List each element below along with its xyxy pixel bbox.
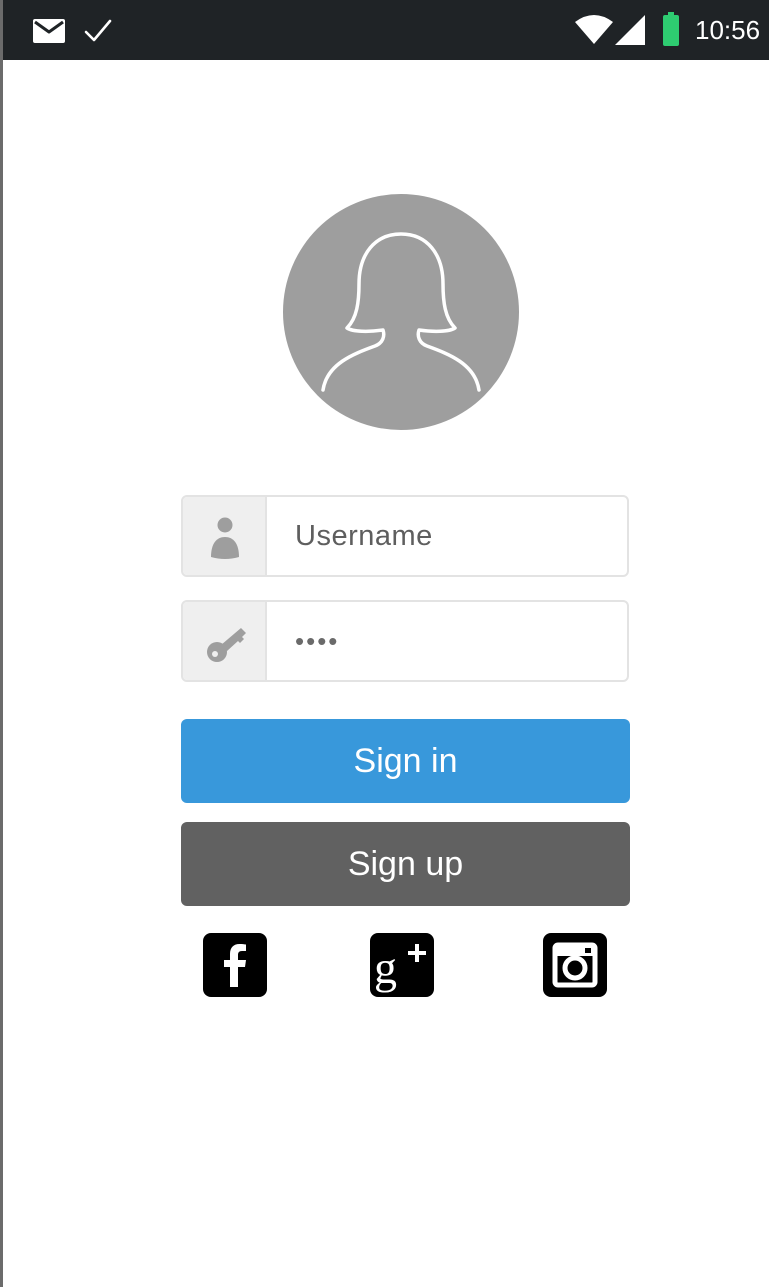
sign-in-button[interactable]: Sign in xyxy=(181,719,630,803)
mail-icon xyxy=(33,19,65,43)
username-input[interactable] xyxy=(269,497,609,575)
facebook-login-button[interactable] xyxy=(203,933,267,997)
login-screen: 10:56 Sign in Sign up xyxy=(0,0,769,1287)
password-input[interactable] xyxy=(269,602,609,680)
google-plus-login-button[interactable]: g xyxy=(370,933,434,997)
username-addon xyxy=(183,497,267,575)
cell-signal-icon xyxy=(615,15,645,45)
password-field-group xyxy=(181,600,629,682)
password-addon xyxy=(183,602,267,680)
user-icon xyxy=(211,517,239,559)
username-field-group xyxy=(181,495,629,577)
svg-text:g: g xyxy=(374,942,397,993)
battery-icon xyxy=(663,12,679,46)
check-icon xyxy=(84,19,112,42)
instagram-icon xyxy=(552,942,598,988)
sign-up-button[interactable]: Sign up xyxy=(181,822,630,906)
facebook-icon xyxy=(224,944,246,987)
female-user-silhouette-icon xyxy=(321,232,481,392)
instagram-login-button[interactable] xyxy=(543,933,607,997)
wifi-icon xyxy=(575,15,613,44)
status-bar: 10:56 xyxy=(3,0,769,60)
google-plus-icon: g xyxy=(374,942,426,993)
status-time: 10:56 xyxy=(695,15,761,45)
key-icon xyxy=(207,628,246,662)
profile-avatar xyxy=(283,194,519,430)
